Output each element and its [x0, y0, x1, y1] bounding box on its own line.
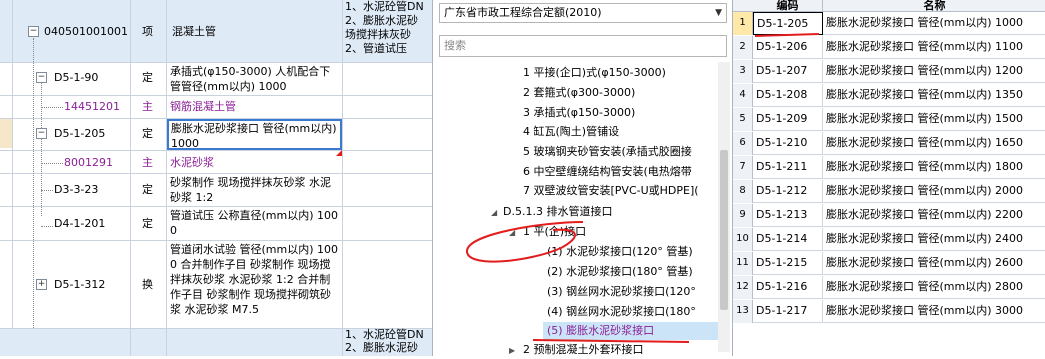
- item-name: 混凝土管: [172, 25, 216, 38]
- table-row[interactable]: 10 D5-1-214 膨胀水泥砂浆接口 管径(mm以内) 2400: [733, 228, 1045, 251]
- table-row[interactable]: 13 D5-1-217 膨胀水泥砂浆接口 管径(mm以内) 3000: [733, 300, 1045, 323]
- row-number: 13: [733, 300, 753, 323]
- table-row[interactable]: 11 D5-1-215 膨胀水泥砂浆接口 管径(mm以内) 2600: [733, 252, 1045, 275]
- row-number: 3: [733, 60, 753, 83]
- quota-name: 管道闭水试验 管径(mm以内) 1000 合并制作子目 砂浆制作 现场搅拌抹灰砂…: [170, 243, 339, 316]
- quota-type: 定: [142, 71, 153, 84]
- item-feature: 1、水泥砼管DN 2、膨胀水泥砂: [345, 328, 424, 354]
- row-marker: [0, 118, 12, 148]
- quota-type: 定: [142, 127, 153, 140]
- red-annotation: [465, 221, 690, 343]
- row-code[interactable]: D5-1-216: [753, 276, 823, 299]
- row-number: 6: [733, 132, 753, 155]
- table-row[interactable]: 12 D5-1-216 膨胀水泥砂浆接口 管径(mm以内) 2800: [733, 276, 1045, 299]
- row-number: 7: [733, 156, 753, 179]
- row-number: 9: [733, 204, 753, 227]
- quota-name: 砂浆制作 现场搅拌抹灰砂浆 水泥砂浆 1:2: [170, 176, 331, 204]
- table-row[interactable]: 3 D5-1-207 膨胀水泥砂浆接口 管径(mm以内) 1200: [733, 60, 1045, 83]
- item-code: 040501001001: [44, 25, 128, 38]
- quota-code: D3-3-23: [54, 183, 99, 196]
- row-code[interactable]: D5-1-213: [753, 204, 823, 227]
- row-name[interactable]: 膨胀水泥砂浆接口 管径(mm以内) 1500: [823, 108, 1045, 131]
- table-row[interactable]: 6 D5-1-210 膨胀水泥砂浆接口 管径(mm以内) 1650: [733, 132, 1045, 155]
- row-name[interactable]: 膨胀水泥砂浆接口 管径(mm以内) 1350: [823, 84, 1045, 107]
- quota-name-editor[interactable]: 膨胀水泥砂浆接口 管径(mm以内) 1000: [167, 119, 342, 150]
- table-row[interactable]: 7 D5-1-211 膨胀水泥砂浆接口 管径(mm以内) 1800: [733, 156, 1045, 179]
- red-annotation: [754, 33, 820, 37]
- collapse-toggle[interactable]: −: [36, 128, 47, 139]
- quota-name: 管道试压 公称直径(mm以内) 1000: [170, 209, 339, 237]
- row-number: 4: [733, 84, 753, 107]
- quota-type: 换: [142, 278, 153, 291]
- item-feature: 1、水泥砼管DN 2、膨胀水泥砂 场搅拌抹灰砂 2、管道试压: [345, 0, 424, 55]
- row-number: 10: [733, 228, 753, 251]
- quota-name: 承插式(φ150-3000) 人机配合下管管径(mm以内) 1000: [170, 65, 331, 93]
- row-code[interactable]: D5-1-210: [753, 132, 823, 155]
- collapse-toggle[interactable]: −: [36, 72, 47, 83]
- quota-code: D5-1-205: [54, 127, 106, 140]
- material-type: 主: [142, 156, 153, 169]
- row-name[interactable]: 膨胀水泥砂浆接口 管径(mm以内) 1650: [823, 132, 1045, 155]
- row-number: 5: [733, 108, 753, 131]
- item-type: 项: [142, 25, 153, 38]
- row-name[interactable]: 膨胀水泥砂浆接口 管径(mm以内) 2200: [823, 204, 1045, 227]
- table-row[interactable]: 8 D5-1-212 膨胀水泥砂浆接口 管径(mm以内) 2000: [733, 180, 1045, 203]
- bill-item-grid: − 040501001001 项 混凝土管 1、水泥砼管DN 2、膨胀水泥砂 场…: [0, 0, 432, 356]
- row-code[interactable]: D5-1-208: [753, 84, 823, 107]
- row-name[interactable]: 膨胀水泥砂浆接口 管径(mm以内) 1800: [823, 156, 1045, 179]
- row-code[interactable]: D5-1-214: [753, 228, 823, 251]
- quota-list-table: 编码 名称 1 D5-1-205 膨胀水泥砂浆接口 管径(mm以内) 1000 2 D5…: [732, 0, 1045, 356]
- row-code[interactable]: D5-1-211: [753, 156, 823, 179]
- table-row[interactable]: 4 D5-1-208 膨胀水泥砂浆接口 管径(mm以内) 1350: [733, 84, 1045, 107]
- row-code[interactable]: D5-1-207: [753, 60, 823, 83]
- row-name[interactable]: 膨胀水泥砂浆接口 管径(mm以内) 1200: [823, 60, 1045, 83]
- row-code[interactable]: D5-1-215: [753, 252, 823, 275]
- row-code[interactable]: D5-1-209: [753, 108, 823, 131]
- material-type: 主: [142, 100, 153, 113]
- quota-library-panel: 广东省市政工程综合定额(2010) ▼ 搜索 1 平接(企口)式(φ150-30…: [432, 0, 732, 356]
- row-code[interactable]: D5-1-212: [753, 180, 823, 203]
- row-name[interactable]: 膨胀水泥砂浆接口 管径(mm以内) 2800: [823, 276, 1045, 299]
- quota-code: D4-1-201: [54, 217, 106, 230]
- row-code[interactable]: D5-1-217: [753, 300, 823, 323]
- material-name: 钢筋混凝土管: [170, 100, 236, 113]
- row-number: 8: [733, 180, 753, 203]
- collapse-toggle[interactable]: −: [28, 26, 39, 37]
- row-name[interactable]: 膨胀水泥砂浆接口 管径(mm以内) 3000: [823, 300, 1045, 323]
- row-name[interactable]: 膨胀水泥砂浆接口 管径(mm以内) 2600: [823, 252, 1045, 275]
- expand-toggle[interactable]: +: [36, 279, 47, 290]
- row-number: 11: [733, 252, 753, 275]
- table-row[interactable]: 9 D5-1-213 膨胀水泥砂浆接口 管径(mm以内) 2200: [733, 204, 1045, 227]
- quota-type: 定: [142, 217, 153, 230]
- row-number: 12: [733, 276, 753, 299]
- material-code: 14451201: [64, 100, 120, 113]
- quota-code: D5-1-90: [54, 71, 99, 84]
- quota-code: D5-1-312: [54, 278, 106, 291]
- material-name: 水泥砂浆: [170, 156, 214, 169]
- row-name[interactable]: 膨胀水泥砂浆接口 管径(mm以内) 2400: [823, 228, 1045, 251]
- row-name[interactable]: 膨胀水泥砂浆接口 管径(mm以内) 2000: [823, 180, 1045, 203]
- table-row[interactable]: 5 D5-1-209 膨胀水泥砂浆接口 管径(mm以内) 1500: [733, 108, 1045, 131]
- quota-type: 定: [142, 183, 153, 196]
- material-code: 8001291: [64, 156, 113, 169]
